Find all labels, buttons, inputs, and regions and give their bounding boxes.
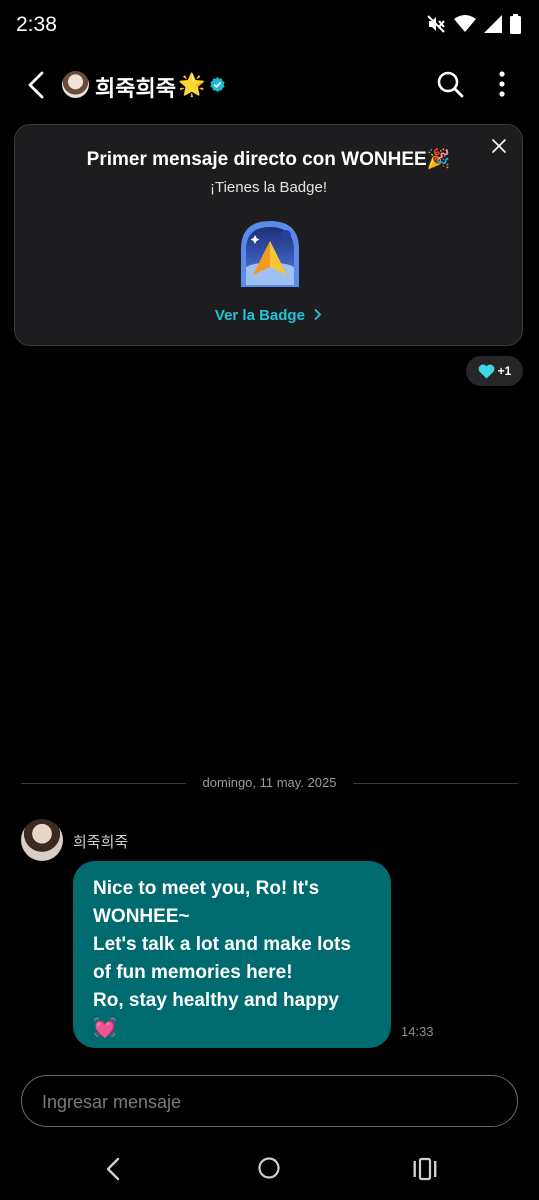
more-options-button[interactable] <box>492 70 512 98</box>
back-button[interactable] <box>22 70 52 100</box>
reaction-pill[interactable]: +1 <box>466 356 523 386</box>
view-badge-link[interactable]: Ver la Badge <box>15 307 522 324</box>
nav-recents-icon[interactable] <box>412 1157 438 1181</box>
status-icons <box>426 14 521 34</box>
page-title: 희죽희죽 <box>95 76 176 101</box>
message-time: 14:33 <box>401 1024 434 1039</box>
signal-icon <box>484 15 502 33</box>
sender-name: 희죽희죽 <box>73 834 129 851</box>
message-input[interactable] <box>40 1076 484 1128</box>
date-divider: domingo, 11 may. 2025 <box>202 775 337 790</box>
battery-icon <box>510 14 521 34</box>
chevron-right-icon <box>314 308 322 321</box>
status-time: 2:38 <box>16 13 57 36</box>
sender-avatar[interactable] <box>21 819 63 861</box>
nav-home-icon[interactable] <box>257 1156 281 1180</box>
heart-icon <box>478 364 495 378</box>
nav-back-icon[interactable] <box>102 1156 126 1182</box>
badge-subtitle: ¡Tienes la Badge! <box>209 179 327 196</box>
avatar[interactable] <box>62 71 89 98</box>
verified-icon <box>210 77 225 92</box>
message-bubble[interactable]: Nice to meet you, Ro! It's WONHEE~ Let's… <box>73 861 391 1048</box>
paper-plane-badge-icon <box>241 221 299 287</box>
star-icon: 🌟 <box>178 72 206 97</box>
message-text: Nice to meet you, Ro! It's WONHEE~ Let's… <box>93 878 351 1039</box>
wifi-icon <box>454 15 476 32</box>
view-badge-label: Ver la Badge <box>214 307 305 324</box>
mute-icon <box>427 15 445 33</box>
reaction-count: +1 <box>497 364 512 378</box>
badge-title: Primer mensaje directo con WONHEE🎉 <box>86 149 451 170</box>
badge-card: Primer mensaje directo con WONHEE🎉 ¡Tien… <box>14 124 523 346</box>
message-composer <box>21 1075 518 1128</box>
search-button[interactable] <box>436 70 464 98</box>
